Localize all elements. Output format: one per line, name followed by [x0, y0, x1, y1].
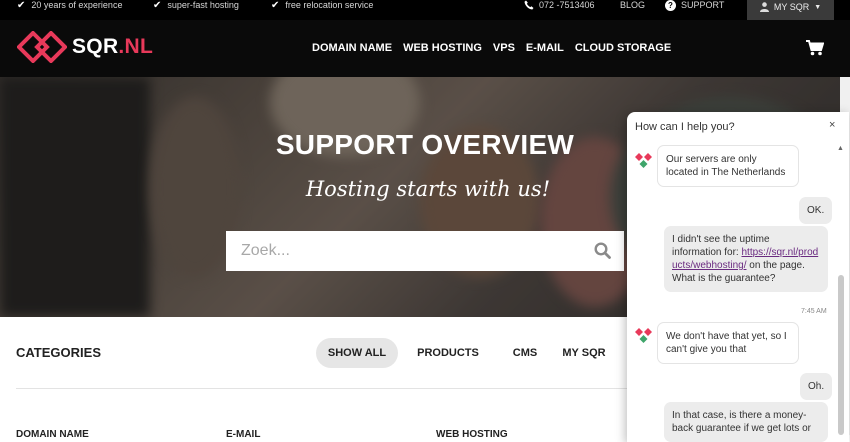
sqr-logo-icon [17, 31, 67, 63]
usp-label: free relocation service [285, 0, 374, 10]
checkmark-icon: ✔ [271, 0, 280, 11]
usp-label: super-fast hosting [167, 0, 239, 10]
chat-message-bot: Our servers are only located in The Neth… [657, 145, 799, 187]
chat-message-user: I didn't see the uptime information for:… [664, 226, 828, 292]
bot-avatar-icon [635, 153, 652, 168]
phone-icon [524, 0, 534, 10]
categories-divider [16, 388, 628, 389]
usp-experience: ✔ 20 years of experience [17, 0, 123, 11]
search-button[interactable] [594, 242, 611, 264]
user-icon [759, 2, 769, 12]
nav-domain-name[interactable]: DOMAIN NAME [312, 42, 392, 54]
cart-button[interactable] [806, 40, 825, 61]
chat-header: How can I help you? [627, 112, 849, 142]
usp-relocation: ✔ free relocation service [271, 0, 374, 11]
site-logo[interactable]: SQR.NL [17, 31, 153, 63]
scroll-up-icon[interactable]: ▲ [837, 145, 844, 152]
chat-scrollbar[interactable]: ▲ [835, 145, 847, 442]
chat-message-user: In that case, is there a money-back guar… [664, 402, 828, 442]
my-sqr-menu-button[interactable]: MY SQR ▼ [747, 0, 834, 20]
chat-message-user: OK. [799, 197, 833, 224]
phone-number: 072 -7513406 [539, 0, 595, 10]
nav-email[interactable]: E-MAIL [526, 42, 564, 54]
chat-message-user: Oh. [800, 373, 833, 400]
close-icon[interactable]: × [829, 119, 835, 131]
tab-cms[interactable]: CMS [498, 338, 552, 368]
svg-text:?: ? [668, 1, 673, 10]
logo-text: SQR.NL [72, 35, 154, 58]
support-search [226, 231, 624, 271]
chat-header-title: How can I help you? [635, 121, 735, 133]
phone-link[interactable]: 072 -7513406 [524, 0, 595, 10]
support-label: SUPPORT [681, 0, 725, 10]
caret-down-icon: ▼ [814, 3, 822, 11]
support-link[interactable]: ? SUPPORT [665, 0, 725, 11]
help-icon: ? [665, 0, 676, 11]
primary-nav-links: DOMAIN NAME WEB HOSTING VPS E-MAIL CLOUD… [312, 42, 671, 54]
categories-heading: CATEGORIES [16, 345, 101, 360]
shopping-cart-icon [806, 40, 825, 56]
chat-widget: How can I help you? × ▲ Our servers are … [627, 112, 849, 442]
blog-label: BLOG [620, 0, 646, 10]
my-sqr-label: MY SQR [773, 2, 810, 12]
search-input[interactable] [226, 231, 586, 271]
usp-label: 20 years of experience [31, 0, 123, 10]
main-navigation: SQR.NL DOMAIN NAME WEB HOSTING VPS E-MAI… [0, 20, 850, 77]
tab-products[interactable]: PRODUCTS [398, 338, 498, 368]
nav-cloud-storage[interactable]: CLOUD STORAGE [575, 42, 671, 54]
category-filter-tabs: SHOW ALL PRODUCTS CMS MY SQR [316, 338, 616, 368]
search-icon [594, 242, 611, 259]
checkmark-icon: ✔ [153, 0, 162, 11]
message-timestamp: 7:45 AM [801, 308, 827, 315]
chat-message-bot: We don't have that yet, so I can't give … [657, 322, 799, 364]
top-utility-bar: ✔ 20 years of experience ✔ super-fast ho… [0, 0, 850, 20]
nav-vps[interactable]: VPS [493, 42, 515, 54]
nav-web-hosting[interactable]: WEB HOSTING [403, 42, 482, 54]
blog-link[interactable]: BLOG [620, 0, 645, 10]
tab-my-sqr[interactable]: MY SQR [552, 338, 616, 368]
chat-scrollbar-thumb[interactable] [838, 275, 844, 435]
bot-avatar-icon [635, 328, 652, 343]
tab-show-all[interactable]: SHOW ALL [316, 338, 398, 368]
usp-hosting: ✔ super-fast hosting [153, 0, 239, 11]
checkmark-icon: ✔ [17, 0, 26, 11]
